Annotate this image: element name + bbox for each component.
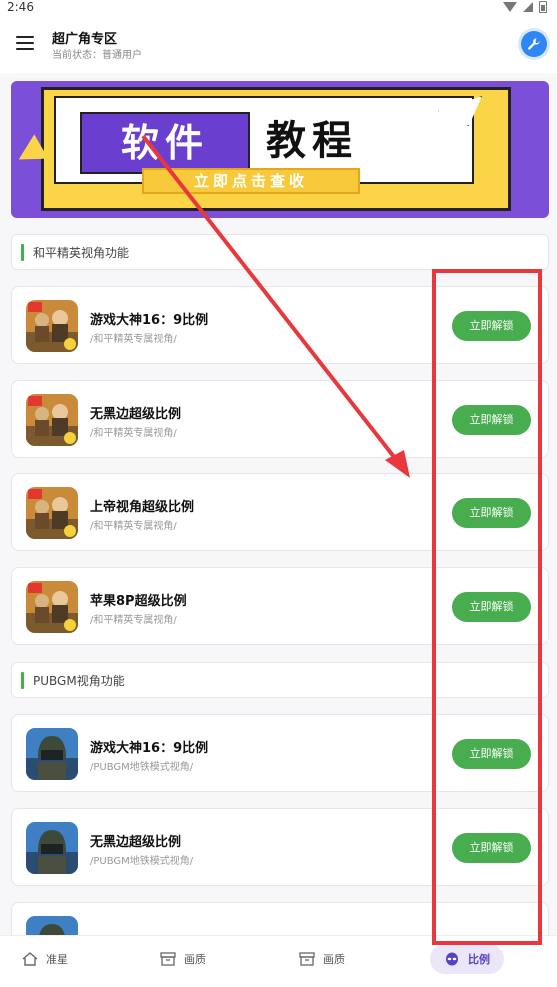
banner-cta: 立即点击查收: [142, 168, 360, 194]
nav-label: 准星: [46, 953, 68, 966]
archive-icon: [299, 952, 315, 966]
page-title: 超广角专区: [52, 32, 118, 47]
tutorial-banner[interactable]: 软件 教程 立即点击查收: [11, 81, 549, 218]
section-header-pubgm: PUBGM视角功能: [11, 662, 549, 698]
feature-title: 上帝视角超级比例: [90, 500, 195, 515]
feature-subtitle: /PUBGM地铁模式视角/: [90, 762, 194, 773]
app-header: 超广角专区 当前状态：普通用户: [0, 18, 557, 73]
banner-word-tutorial: 教程: [266, 118, 358, 164]
pubgm-game-icon: [26, 822, 78, 874]
battery-icon: [539, 1, 547, 13]
pubgm-game-icon: [26, 728, 78, 780]
alien-icon: [446, 952, 458, 966]
unlock-button[interactable]: 立即解锁: [452, 833, 531, 863]
peace-elite-game-icon: [26, 487, 78, 539]
unlock-button[interactable]: 立即解锁: [452, 592, 531, 622]
feature-subtitle: /和平精英专属视角/: [90, 615, 177, 626]
home-icon: [22, 952, 38, 966]
signal-icon: [523, 2, 533, 12]
feature-title: 游戏大神16：9比例: [90, 741, 209, 756]
tool-button[interactable]: [521, 31, 547, 57]
section-title: PUBGM视角功能: [33, 674, 125, 688]
feature-card: 上帝视角超级比例 /和平精英专属视角/ 立即解锁: [11, 473, 549, 551]
unlock-button[interactable]: 立即解锁: [452, 311, 531, 341]
nav-item-ratio[interactable]: 比例: [430, 944, 504, 974]
feature-card: 苹果8P超级比例 /和平精英专属视角/ 立即解锁: [11, 567, 549, 645]
unlock-button[interactable]: 立即解锁: [452, 498, 531, 528]
unlock-button[interactable]: 立即解锁: [452, 739, 531, 769]
wrench-icon: [528, 38, 540, 50]
status-icons: [503, 1, 547, 13]
section-header-peace-elite: 和平精英视角功能: [11, 234, 549, 270]
feature-card: 无黑边超级比例 /PUBGM地铁模式视角/ 立即解锁: [11, 808, 549, 886]
user-status: 当前状态：普通用户: [52, 50, 142, 61]
feature-card: 无黑边超级比例 /和平精英专属视角/ 立即解锁: [11, 380, 549, 458]
nav-item-quality-1[interactable]: 画质: [160, 944, 206, 974]
banner-word-software: 软件: [80, 112, 250, 174]
peace-elite-game-icon: [26, 581, 78, 633]
peace-elite-game-icon: [26, 300, 78, 352]
archive-icon: [160, 952, 176, 966]
feature-title: 无黑边超级比例: [90, 407, 182, 422]
wifi-icon: [503, 2, 517, 12]
section-accent-bar: [21, 672, 24, 689]
feature-subtitle: /和平精英专属视角/: [90, 428, 177, 439]
feature-card: 游戏大神16：9比例 /和平精英专属视角/ 立即解锁: [11, 286, 549, 364]
banner-frame: 软件 教程 立即点击查收: [41, 87, 511, 211]
menu-icon[interactable]: [16, 36, 34, 50]
section-title: 和平精英视角功能: [33, 246, 130, 260]
feature-subtitle: /和平精英专属视角/: [90, 521, 177, 532]
nav-label: 画质: [323, 953, 345, 966]
nav-item-quality-2[interactable]: 画质: [299, 944, 345, 974]
feature-title: 苹果8P超级比例: [90, 594, 187, 609]
feature-card: 游戏大神16：9比例 /PUBGM地铁模式视角/ 立即解锁: [11, 714, 549, 792]
feature-title: 无黑边超级比例: [90, 835, 182, 850]
status-time: 2:46: [7, 0, 34, 14]
bottom-nav: 准星 画质 画质 比例: [0, 935, 557, 987]
nav-label: 比例: [468, 953, 490, 966]
feature-subtitle: /和平精英专属视角/: [90, 334, 177, 345]
section-accent-bar: [21, 244, 24, 261]
nav-label: 画质: [184, 953, 206, 966]
nav-item-crosshair[interactable]: 准星: [22, 944, 68, 974]
feature-title: 游戏大神16：9比例: [90, 313, 209, 328]
unlock-button[interactable]: 立即解锁: [452, 405, 531, 435]
feature-subtitle: /PUBGM地铁模式视角/: [90, 856, 194, 867]
status-bar: 2:46: [0, 0, 557, 18]
peace-elite-game-icon: [26, 394, 78, 446]
